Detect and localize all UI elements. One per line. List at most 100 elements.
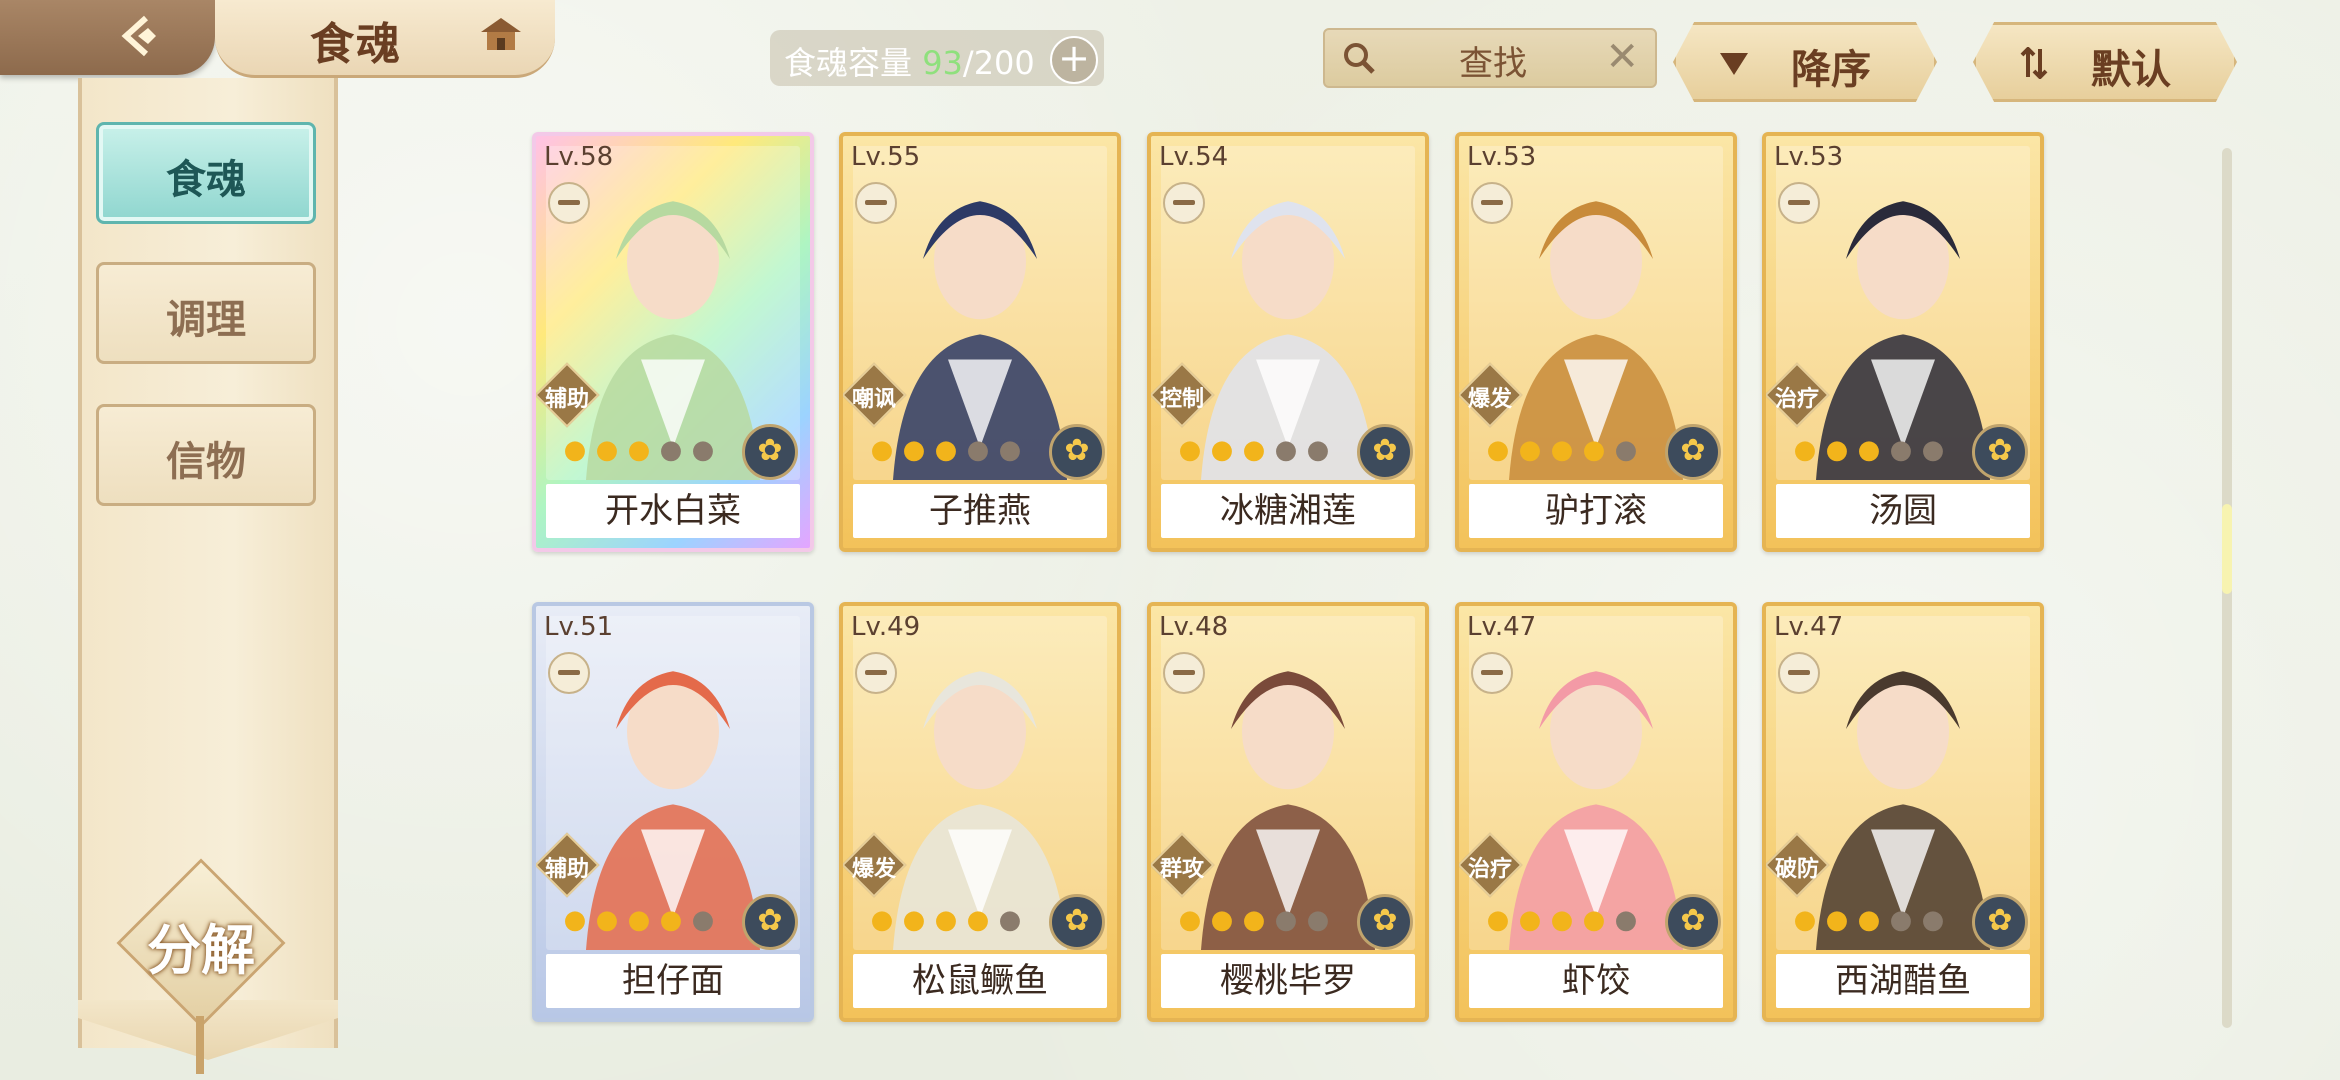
star-filled-icon: ● [934, 435, 958, 465]
star-filled-icon: ● [966, 905, 990, 935]
level-label: Lv.55 [851, 142, 921, 172]
page-title-tab: 食魂 [215, 0, 555, 78]
card-name: 驴打滚 [1469, 484, 1723, 538]
back-button[interactable] [0, 0, 215, 75]
star-filled-icon: ● [902, 905, 926, 935]
star-rating: ● ● ● ● ● [1175, 906, 1333, 934]
level-label: Lv.58 [544, 142, 614, 172]
sort-mode-button[interactable]: 默认 [1973, 22, 2237, 102]
role-label: 破防 [1774, 857, 1819, 882]
level-label: Lv.47 [1774, 612, 1844, 642]
scrollbar[interactable] [2222, 148, 2232, 1028]
food-soul-card[interactable]: Lv.58 辅助 ● ● ● ● ● 开水白菜 [532, 132, 814, 552]
pavilion-icon[interactable] [477, 14, 525, 56]
star-empty-icon: ● [1274, 905, 1298, 935]
sort-order-label: 降序 [1791, 47, 1871, 93]
star-rating: ● ● ● ● ● [867, 436, 1025, 464]
role-label: 群攻 [1159, 857, 1204, 882]
food-soul-card[interactable]: Lv.47 治疗 ● ● ● ● ● 虾饺 [1455, 602, 1737, 1022]
triangle-down-icon [1720, 53, 1748, 75]
tab-tokens[interactable]: 信物 [96, 404, 316, 506]
star-empty-icon: ● [1921, 905, 1945, 935]
level-label: Lv.53 [1467, 142, 1537, 172]
bowl-icon [855, 182, 897, 224]
role-label: 爆发 [1467, 387, 1512, 412]
flower-element-icon [742, 424, 798, 480]
flower-element-icon [742, 894, 798, 950]
level-label: Lv.54 [1159, 142, 1229, 172]
search-field[interactable]: 查找 ✕ [1323, 28, 1657, 88]
star-filled-icon: ● [1793, 435, 1817, 465]
tab-conditioning[interactable]: 调理 [96, 262, 316, 364]
role-badge: 嘲讽 [843, 362, 907, 428]
flower-element-icon [1665, 894, 1721, 950]
food-soul-card[interactable]: Lv.48 群攻 ● ● ● ● ● 樱桃毕罗 [1147, 602, 1429, 1022]
decompose-button[interactable]: 分解 [116, 858, 286, 1074]
role-badge: 治疗 [1459, 832, 1523, 898]
star-rating: ● ● ● ● ● [1483, 906, 1641, 934]
star-filled-icon: ● [1825, 435, 1849, 465]
bowl-icon [1471, 652, 1513, 694]
flower-element-icon [1665, 424, 1721, 480]
star-filled-icon: ● [563, 905, 587, 935]
star-empty-icon: ● [659, 435, 683, 465]
star-filled-icon: ● [627, 905, 651, 935]
level-label: Lv.49 [851, 612, 921, 642]
star-filled-icon: ● [934, 905, 958, 935]
star-filled-icon: ● [1178, 435, 1202, 465]
star-rating: ● ● ● ● ● [560, 436, 718, 464]
star-filled-icon: ● [1242, 905, 1266, 935]
bowl-icon [1778, 182, 1820, 224]
star-filled-icon: ● [1550, 435, 1574, 465]
role-badge: 爆发 [843, 832, 907, 898]
role-label: 辅助 [544, 857, 589, 882]
food-soul-card[interactable]: Lv.53 治疗 ● ● ● ● ● 汤圆 [1762, 132, 2044, 552]
search-placeholder: 查找 [1459, 44, 1527, 84]
decompose-label: 分解 [147, 919, 255, 982]
food-soul-card[interactable]: Lv.53 爆发 ● ● ● ● ● 驴打滚 [1455, 132, 1737, 552]
flower-element-icon [1049, 424, 1105, 480]
card-name: 子推燕 [853, 484, 1107, 538]
star-filled-icon: ● [595, 435, 619, 465]
bowl-icon [1471, 182, 1513, 224]
star-empty-icon: ● [1889, 435, 1913, 465]
role-label: 控制 [1159, 387, 1204, 412]
food-soul-card[interactable]: Lv.47 破防 ● ● ● ● ● 西湖醋鱼 [1762, 602, 2044, 1022]
role-badge: 辅助 [536, 362, 600, 428]
card-name: 开水白菜 [546, 484, 800, 538]
food-soul-card[interactable]: Lv.51 辅助 ● ● ● ● ● 担仔面 [532, 602, 814, 1022]
clear-search-icon[interactable]: ✕ [1605, 34, 1639, 80]
star-rating: ● ● ● ● ● [1175, 436, 1333, 464]
food-soul-card[interactable]: Lv.49 爆发 ● ● ● ● ● 松鼠鳜鱼 [839, 602, 1121, 1022]
star-rating: ● ● ● ● ● [560, 906, 718, 934]
scrollbar-thumb[interactable] [2222, 504, 2232, 594]
level-label: Lv.48 [1159, 612, 1229, 642]
card-name: 樱桃毕罗 [1161, 954, 1415, 1008]
star-filled-icon: ● [1550, 905, 1574, 935]
tab-conditioning-label: 调理 [166, 297, 246, 343]
capacity-max: 200 [973, 44, 1035, 82]
food-soul-card[interactable]: Lv.54 控制 ● ● ● ● ● 冰糖湘莲 [1147, 132, 1429, 552]
sort-mode-label: 默认 [2091, 47, 2171, 93]
star-filled-icon: ● [1210, 905, 1234, 935]
tab-food-souls[interactable]: 食魂 [96, 122, 316, 224]
add-capacity-button[interactable]: + [1050, 36, 1098, 84]
role-badge: 辅助 [536, 832, 600, 898]
sort-order-button[interactable]: 降序 [1673, 22, 1937, 102]
star-filled-icon: ● [1857, 905, 1881, 935]
food-soul-card[interactable]: Lv.55 嘲讽 ● ● ● ● ● 子推燕 [839, 132, 1121, 552]
capacity-label: 食魂容量 [784, 44, 913, 82]
star-rating: ● ● ● ● ● [1483, 436, 1641, 464]
level-label: Lv.53 [1774, 142, 1844, 172]
flower-element-icon [1357, 894, 1413, 950]
flower-element-icon [1972, 894, 2028, 950]
star-empty-icon: ● [691, 905, 715, 935]
star-empty-icon: ● [966, 435, 990, 465]
role-label: 治疗 [1467, 857, 1512, 882]
role-label: 嘲讽 [851, 387, 896, 412]
tassel [196, 1016, 204, 1074]
back-arrow-icon [121, 15, 156, 57]
star-empty-icon: ● [1614, 905, 1638, 935]
role-badge: 群攻 [1151, 832, 1215, 898]
role-badge: 爆发 [1459, 362, 1523, 428]
